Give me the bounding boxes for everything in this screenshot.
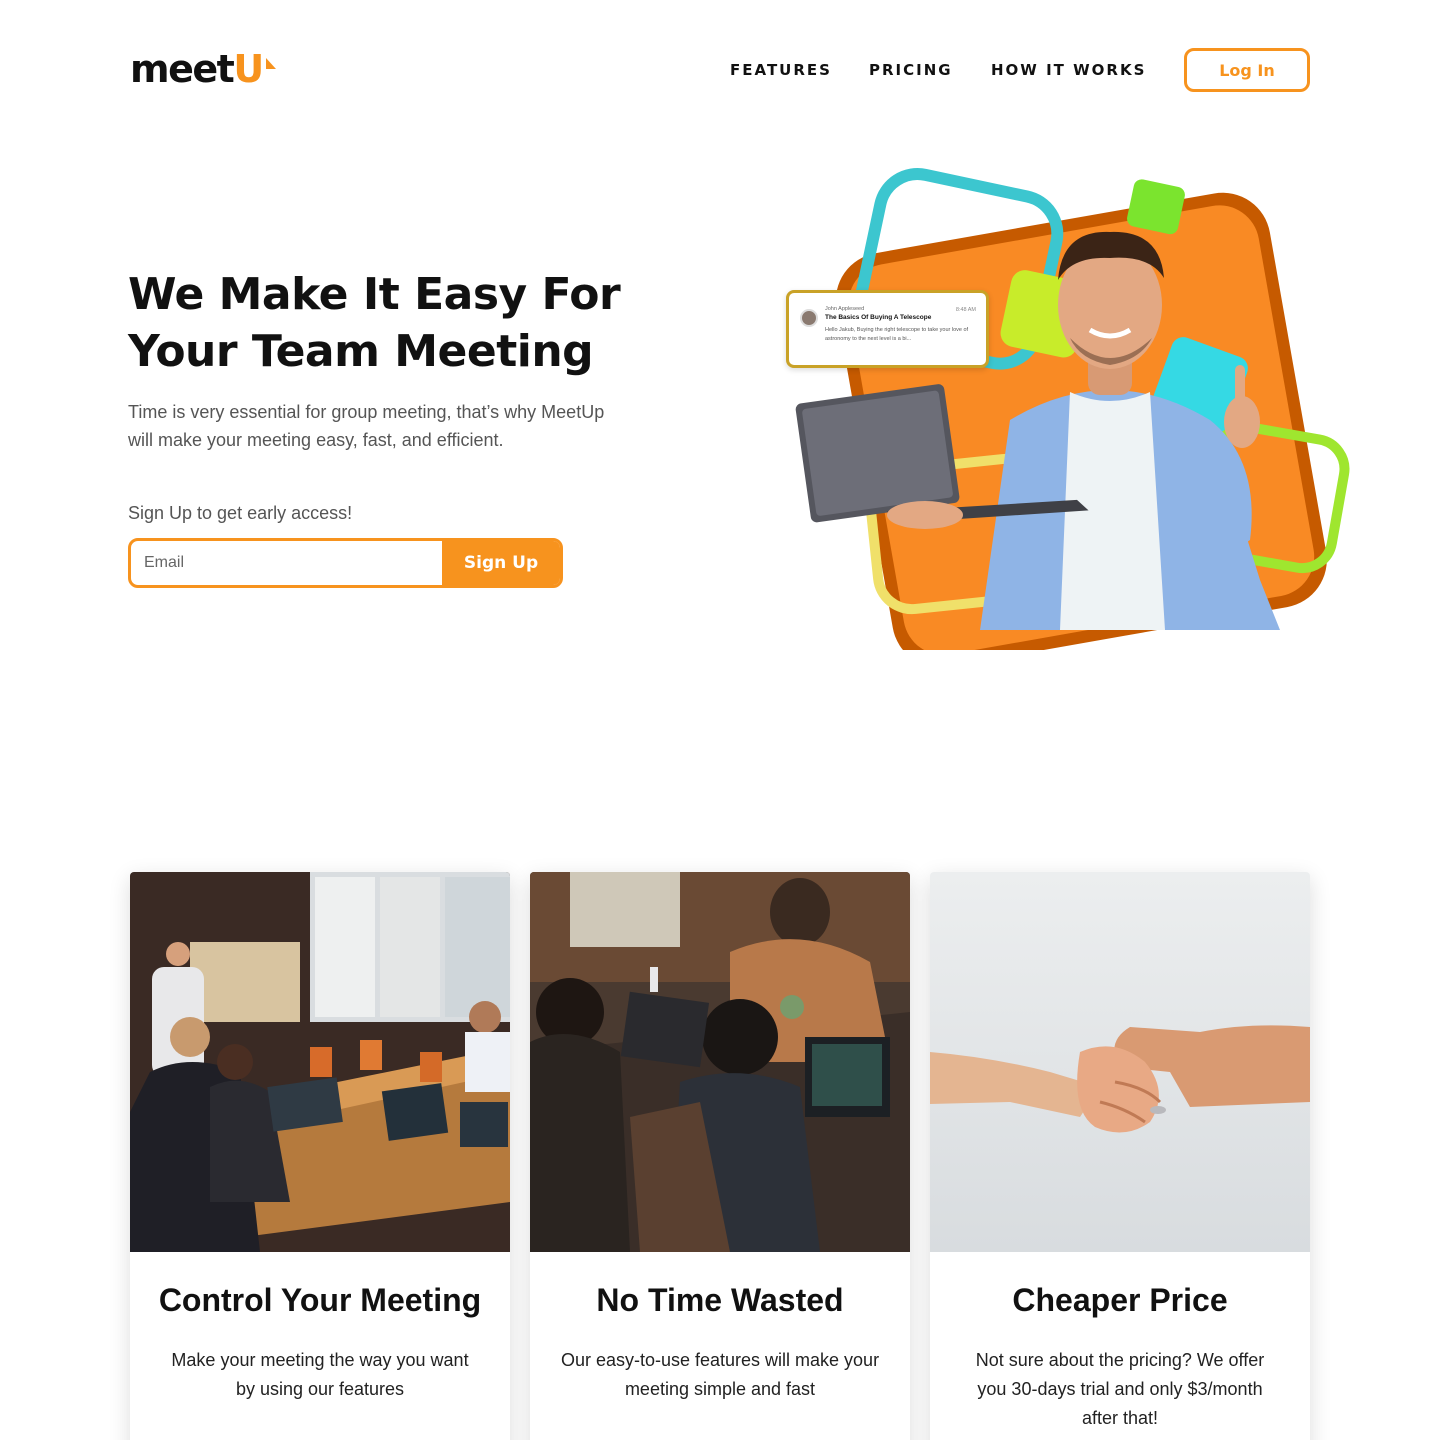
hero-illustration: John Appleseed 8:48 AM The Basics Of Buy… (780, 160, 1360, 650)
feature-description: Make your meeting the way you want by us… (171, 1350, 469, 1399)
login-button[interactable]: Log In (1184, 48, 1310, 92)
signup-form: Sign Up (128, 538, 563, 588)
signup-button[interactable]: Sign Up (442, 541, 560, 585)
sender-avatar (800, 309, 818, 327)
feature-card-control[interactable]: Control Your Meeting Make your meeting t… (130, 872, 510, 1440)
landing-page: meet U FEATURES PRICING HOW IT WORKS Log… (0, 0, 1440, 1440)
features-section: Control Your Meeting Make your meeting t… (130, 872, 1310, 1440)
message-time: 8:48 AM (955, 307, 976, 313)
hero-subtitle: Time is very essential for group meeting… (128, 402, 605, 450)
feature-title: No Time Wasted (596, 1282, 844, 1318)
feature-title: Control Your Meeting (158, 1282, 482, 1318)
hero-title: We Make It Easy For Your Team Meeting (128, 269, 621, 377)
logo-accent-letter: U (233, 47, 264, 91)
team-meeting-photo (130, 872, 510, 1252)
nav-features[interactable]: FEATURES (730, 61, 832, 79)
nav-pricing[interactable]: PRICING (869, 61, 953, 79)
laptop-coworkers-photo (530, 872, 910, 1252)
feature-description: Not sure about the pricing? We offer you… (975, 1350, 1265, 1428)
feature-title: Cheaper Price (1012, 1282, 1228, 1318)
hero-graphic (795, 168, 1350, 650)
handshake-photo (930, 872, 1310, 1252)
logo-arrow-icon (266, 58, 277, 69)
message-notification-card: John Appleseed 8:48 AM The Basics Of Buy… (786, 290, 989, 368)
feature-card-time[interactable]: No Time Wasted Our easy-to-use features … (530, 872, 910, 1440)
message-subject: The Basics Of Buying A Telescope (825, 314, 932, 321)
signup-prompt: Sign Up to get early access! (128, 503, 353, 523)
logo-wordmark: meet (130, 47, 235, 91)
brand-logo[interactable]: meet U (130, 50, 278, 88)
nav-how-it-works[interactable]: HOW IT WORKS (991, 61, 1146, 79)
feature-description: Our easy-to-use features will make your … (560, 1350, 880, 1399)
email-input[interactable] (131, 541, 442, 585)
message-preview: Hello Jakub, Buying the right telescope … (825, 327, 969, 342)
feature-card-price[interactable]: Cheaper Price Not sure about the pricing… (930, 872, 1310, 1440)
